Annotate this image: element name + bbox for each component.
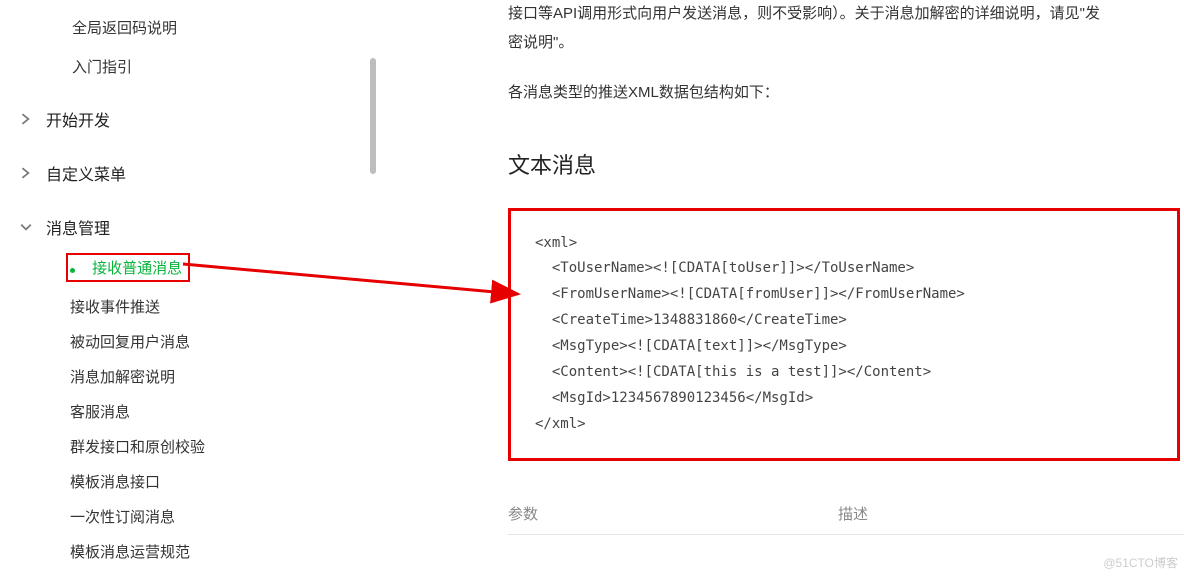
nav-label: 接收普通消息: [92, 260, 182, 277]
intro-line-1: 接口等API调用形式向用户发送消息，则不受影响）。关于消息加解密的详细说明，请见…: [508, 5, 1100, 22]
nav-label: 群发接口和原创校验: [70, 436, 205, 457]
nav-label: 自定义菜单: [46, 161, 126, 185]
chevron-down-icon: [20, 221, 46, 233]
nav-item-passive-reply[interactable]: 被动回复用户消息: [70, 324, 380, 359]
nav-item-global-return-code[interactable]: 全局返回码说明: [72, 8, 380, 47]
main-content: 接口等API调用形式向用户发送消息，则不受影响）。关于消息加解密的详细说明，请见…: [380, 0, 1184, 577]
nav-label: 客服消息: [70, 401, 130, 422]
nav-item-one-time-subscribe[interactable]: 一次性订阅消息: [70, 499, 380, 534]
nav-item-encrypt-explain[interactable]: 消息加解密说明: [70, 359, 380, 394]
nav-label: 全局返回码说明: [72, 17, 177, 38]
xml-code-block: <xml> <ToUserName><![CDATA[toUser]]></To…: [508, 208, 1180, 461]
section-title-text-message: 文本消息: [508, 148, 1184, 180]
bullet-icon: [70, 268, 88, 273]
intro-paragraph: 接口等API调用形式向用户发送消息，则不受影响）。关于消息加解密的详细说明，请见…: [508, 0, 1184, 57]
intro-line-2: 密说明"。: [508, 34, 573, 51]
nav-label: 一次性订阅消息: [70, 506, 175, 527]
nav-item-customer-service[interactable]: 客服消息: [70, 394, 380, 429]
table-column-param: 参数: [508, 503, 838, 524]
nav-section-start-dev[interactable]: 开始开发: [20, 100, 380, 138]
nav-item-template-ops[interactable]: 模板消息运营规范: [70, 534, 380, 569]
scrollbar-track: [370, 0, 378, 577]
nav-label: 模板消息运营规范: [70, 541, 190, 562]
chevron-right-icon: [20, 113, 46, 125]
nav-label: 入门指引: [72, 56, 132, 77]
nav-label: 被动回复用户消息: [70, 331, 190, 352]
param-table-header: 参数 描述: [508, 503, 1184, 535]
table-column-desc: 描述: [838, 503, 868, 524]
nav-label: 模板消息接口: [70, 471, 160, 492]
watermark: @51CTO博客: [1103, 554, 1178, 571]
nav-item-template-msg[interactable]: 模板消息接口: [70, 464, 380, 499]
nav-section-message-mgmt[interactable]: 消息管理: [20, 208, 380, 246]
intro-xml-line: 各消息类型的推送XML数据包结构如下：: [508, 79, 1184, 108]
nav-item-receive-normal-msg[interactable]: 接收普通消息: [70, 246, 380, 289]
nav-label: 消息加解密说明: [70, 366, 175, 387]
nav-item-mass-send[interactable]: 群发接口和原创校验: [70, 429, 380, 464]
nav-section-custom-menu[interactable]: 自定义菜单: [20, 154, 380, 192]
scrollbar-thumb[interactable]: [370, 58, 376, 174]
nav-item-getting-started[interactable]: 入门指引: [72, 47, 380, 86]
nav-label: 接收事件推送: [70, 296, 160, 317]
nav-label: 消息管理: [46, 215, 110, 239]
chevron-right-icon: [20, 167, 46, 179]
nav-label: 开始开发: [46, 107, 110, 131]
nav-item-receive-event[interactable]: 接收事件推送: [70, 289, 380, 324]
sidebar: 全局返回码说明 入门指引 开始开发 自定义菜单 消息管理: [0, 0, 380, 577]
